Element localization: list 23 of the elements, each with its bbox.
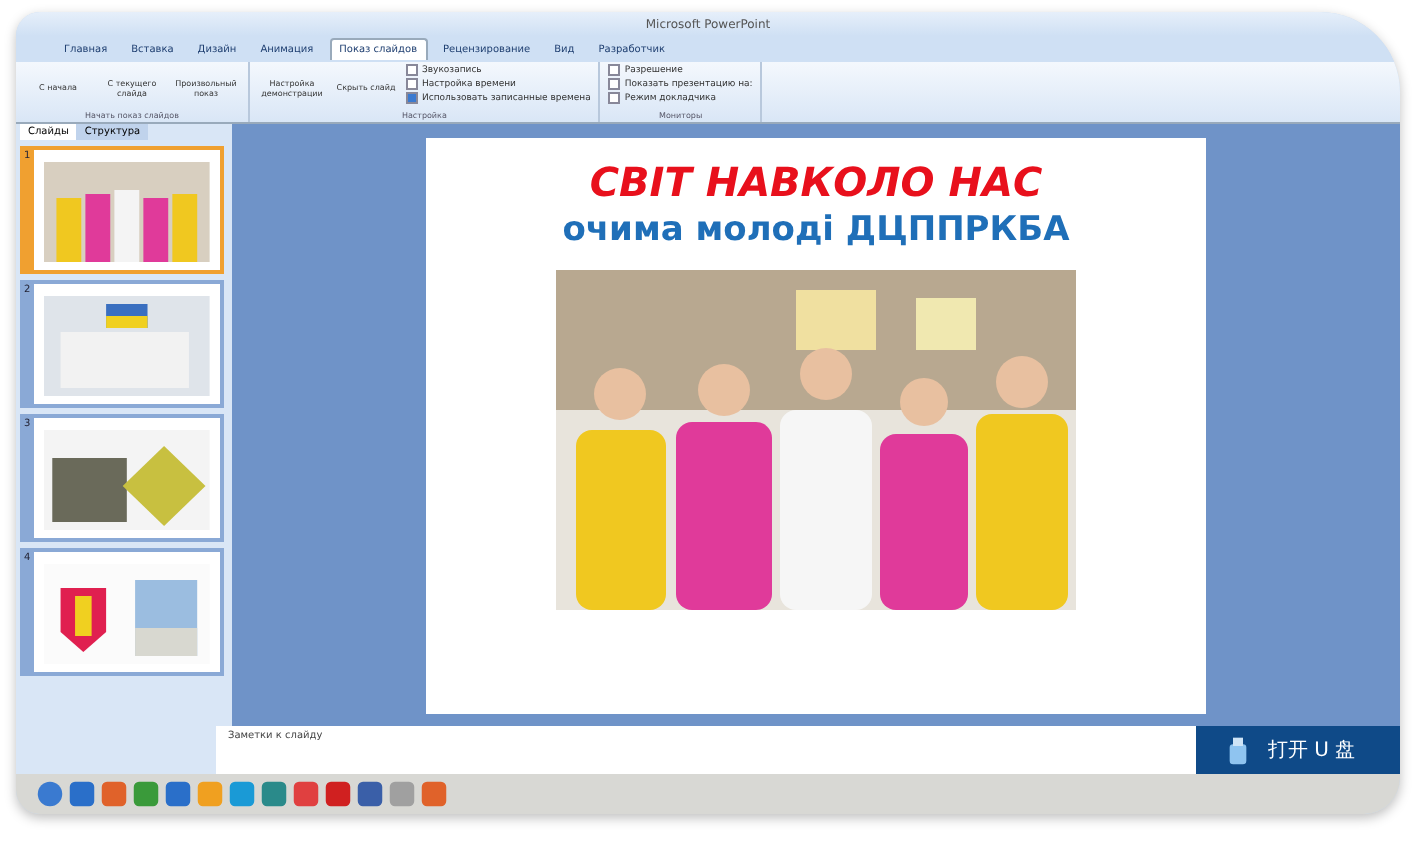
checkbox[interactable] <box>608 92 621 104</box>
app-icon[interactable] <box>228 780 256 808</box>
checkbox[interactable] <box>406 92 418 104</box>
app-icon[interactable] <box>260 780 288 808</box>
notification-text: 打开 U 盘 <box>1268 737 1356 764</box>
app-icon[interactable] <box>388 780 416 808</box>
checkbox[interactable] <box>406 64 418 76</box>
checkbox[interactable] <box>406 78 418 90</box>
slide-subtitle: очима молоді ДЦППРКБА <box>562 209 1070 249</box>
notification-popup[interactable]: 打开 U 盘 <box>1196 726 1400 774</box>
start-icon[interactable] <box>36 780 64 808</box>
app-icon[interactable] <box>356 780 384 808</box>
app-icon[interactable] <box>420 780 448 808</box>
app-icon[interactable] <box>292 780 320 808</box>
checkbox[interactable] <box>608 78 621 90</box>
app-icon[interactable] <box>100 780 128 808</box>
app-icon[interactable] <box>324 780 352 808</box>
slide-title: СВІТ НАВКОЛО НАС <box>589 157 1043 205</box>
app-icon[interactable] <box>132 780 160 808</box>
checkbox[interactable] <box>608 64 621 76</box>
app-icon[interactable] <box>164 780 192 808</box>
usb-drive-icon <box>1228 735 1248 765</box>
app-icon[interactable] <box>68 780 96 808</box>
